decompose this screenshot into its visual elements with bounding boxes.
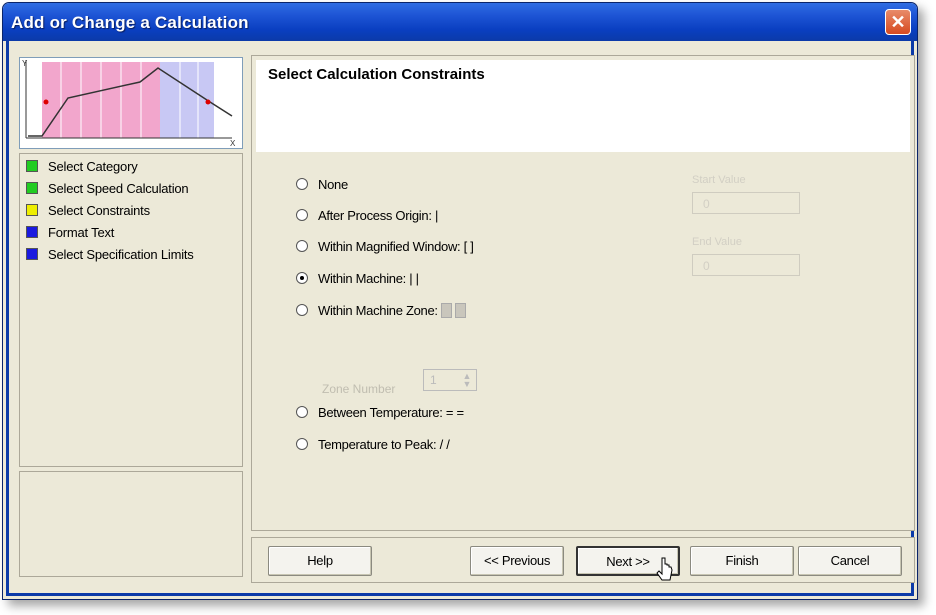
radio-label: Temperature to Peak: / /	[318, 436, 450, 452]
step-select-specification-limits: Select Specification Limits	[26, 244, 194, 264]
start-value-label: Start Value	[692, 174, 746, 186]
step-label: Select Category	[48, 158, 138, 174]
radio-label: Within Machine: | |	[318, 270, 419, 286]
start-value-field[interactable]: 0	[692, 192, 800, 214]
window-title: Add or Change a Calculation	[11, 13, 249, 32]
preview-y-label: Y	[22, 59, 28, 68]
step-format-text: Format Text	[26, 222, 114, 242]
radio-circle[interactable]	[296, 304, 308, 316]
page-title: Select Calculation Constraints	[268, 66, 485, 83]
step-status-icon	[26, 248, 38, 260]
step-label: Format Text	[48, 224, 115, 240]
radio-label: Within Magnified Window: [ ]	[318, 238, 474, 254]
info-panel	[19, 471, 243, 577]
calculation-dialog: Add or Change a Calculation ✕ Y X Select…	[2, 2, 918, 600]
cancel-button[interactable]: Cancel	[798, 546, 902, 576]
radio-circle[interactable]	[296, 240, 308, 252]
step-status-icon	[26, 226, 38, 238]
radio-circle-checked[interactable]	[296, 272, 308, 284]
stepper-arrows-icon[interactable]: ▲ ▼	[460, 372, 474, 389]
zone-marker-icon	[454, 302, 466, 318]
step-select-category: Select Category	[26, 156, 138, 176]
end-value-field[interactable]: 0	[692, 254, 800, 276]
radio-label: After Process Origin: |	[318, 207, 439, 223]
start-value: 0	[703, 197, 710, 211]
radio-circle[interactable]	[296, 209, 308, 221]
radio-temperature-to-peak[interactable]: Temperature to Peak: / /	[296, 434, 450, 454]
radio-circle[interactable]	[296, 406, 308, 418]
step-select-speed-calculation: Select Speed Calculation	[26, 178, 189, 198]
zone-number-label: Zone Number	[322, 382, 396, 396]
radio-label: Between Temperature: = =	[318, 404, 464, 420]
radio-none[interactable]: None	[296, 174, 348, 194]
step-label: Select Speed Calculation	[48, 180, 189, 196]
radio-within-machine-zone[interactable]: Within Machine Zone:	[296, 300, 466, 320]
step-label: Select Constraints	[48, 202, 150, 218]
step-status-icon	[26, 204, 38, 216]
preview-marker-start	[43, 99, 49, 105]
step-status-icon	[26, 182, 38, 194]
constraints-panel: Select Calculation Constraints None Afte…	[251, 55, 915, 531]
zone-number-value: 1	[430, 373, 437, 387]
end-value-label: End Value	[692, 236, 742, 248]
title-bar: Add or Change a Calculation ✕	[3, 3, 917, 41]
radio-circle[interactable]	[296, 438, 308, 450]
radio-within-machine[interactable]: Within Machine: | |	[296, 268, 419, 288]
preview-graph-svg: Y X	[22, 59, 236, 148]
zone-number-stepper[interactable]: 1 ▲ ▼	[423, 369, 477, 391]
panel-header: Select Calculation Constraints	[256, 60, 910, 152]
radio-after-process-origin[interactable]: After Process Origin: |	[296, 205, 438, 225]
radio-circle[interactable]	[296, 178, 308, 190]
preview-marker-end	[205, 99, 211, 105]
close-button[interactable]: ✕	[885, 9, 911, 35]
button-bar: Help << Previous Next >> Finish Cancel	[251, 537, 915, 583]
help-button[interactable]: Help	[268, 546, 372, 576]
step-select-constraints: Select Constraints	[26, 200, 150, 220]
radio-label: Within Machine Zone:	[318, 302, 438, 318]
step-status-icon	[26, 160, 38, 172]
radio-between-temperature[interactable]: Between Temperature: = =	[296, 402, 464, 422]
finish-button[interactable]: Finish	[690, 546, 794, 576]
radio-within-magnified-window[interactable]: Within Magnified Window: [ ]	[296, 236, 474, 256]
step-label: Select Specification Limits	[48, 246, 194, 262]
end-value: 0	[703, 259, 710, 273]
dialog-body: Y X Select Category Select Speed Calcula…	[6, 41, 915, 596]
steps-list: Select Category Select Speed Calculation…	[19, 153, 243, 467]
mouse-pointer-icon	[656, 557, 673, 581]
previous-button[interactable]: << Previous	[470, 546, 564, 576]
preview-graph: Y X	[19, 57, 243, 149]
preview-x-label: X	[230, 139, 236, 148]
radio-label: None	[318, 176, 348, 192]
zone-marker-icon	[440, 302, 452, 318]
